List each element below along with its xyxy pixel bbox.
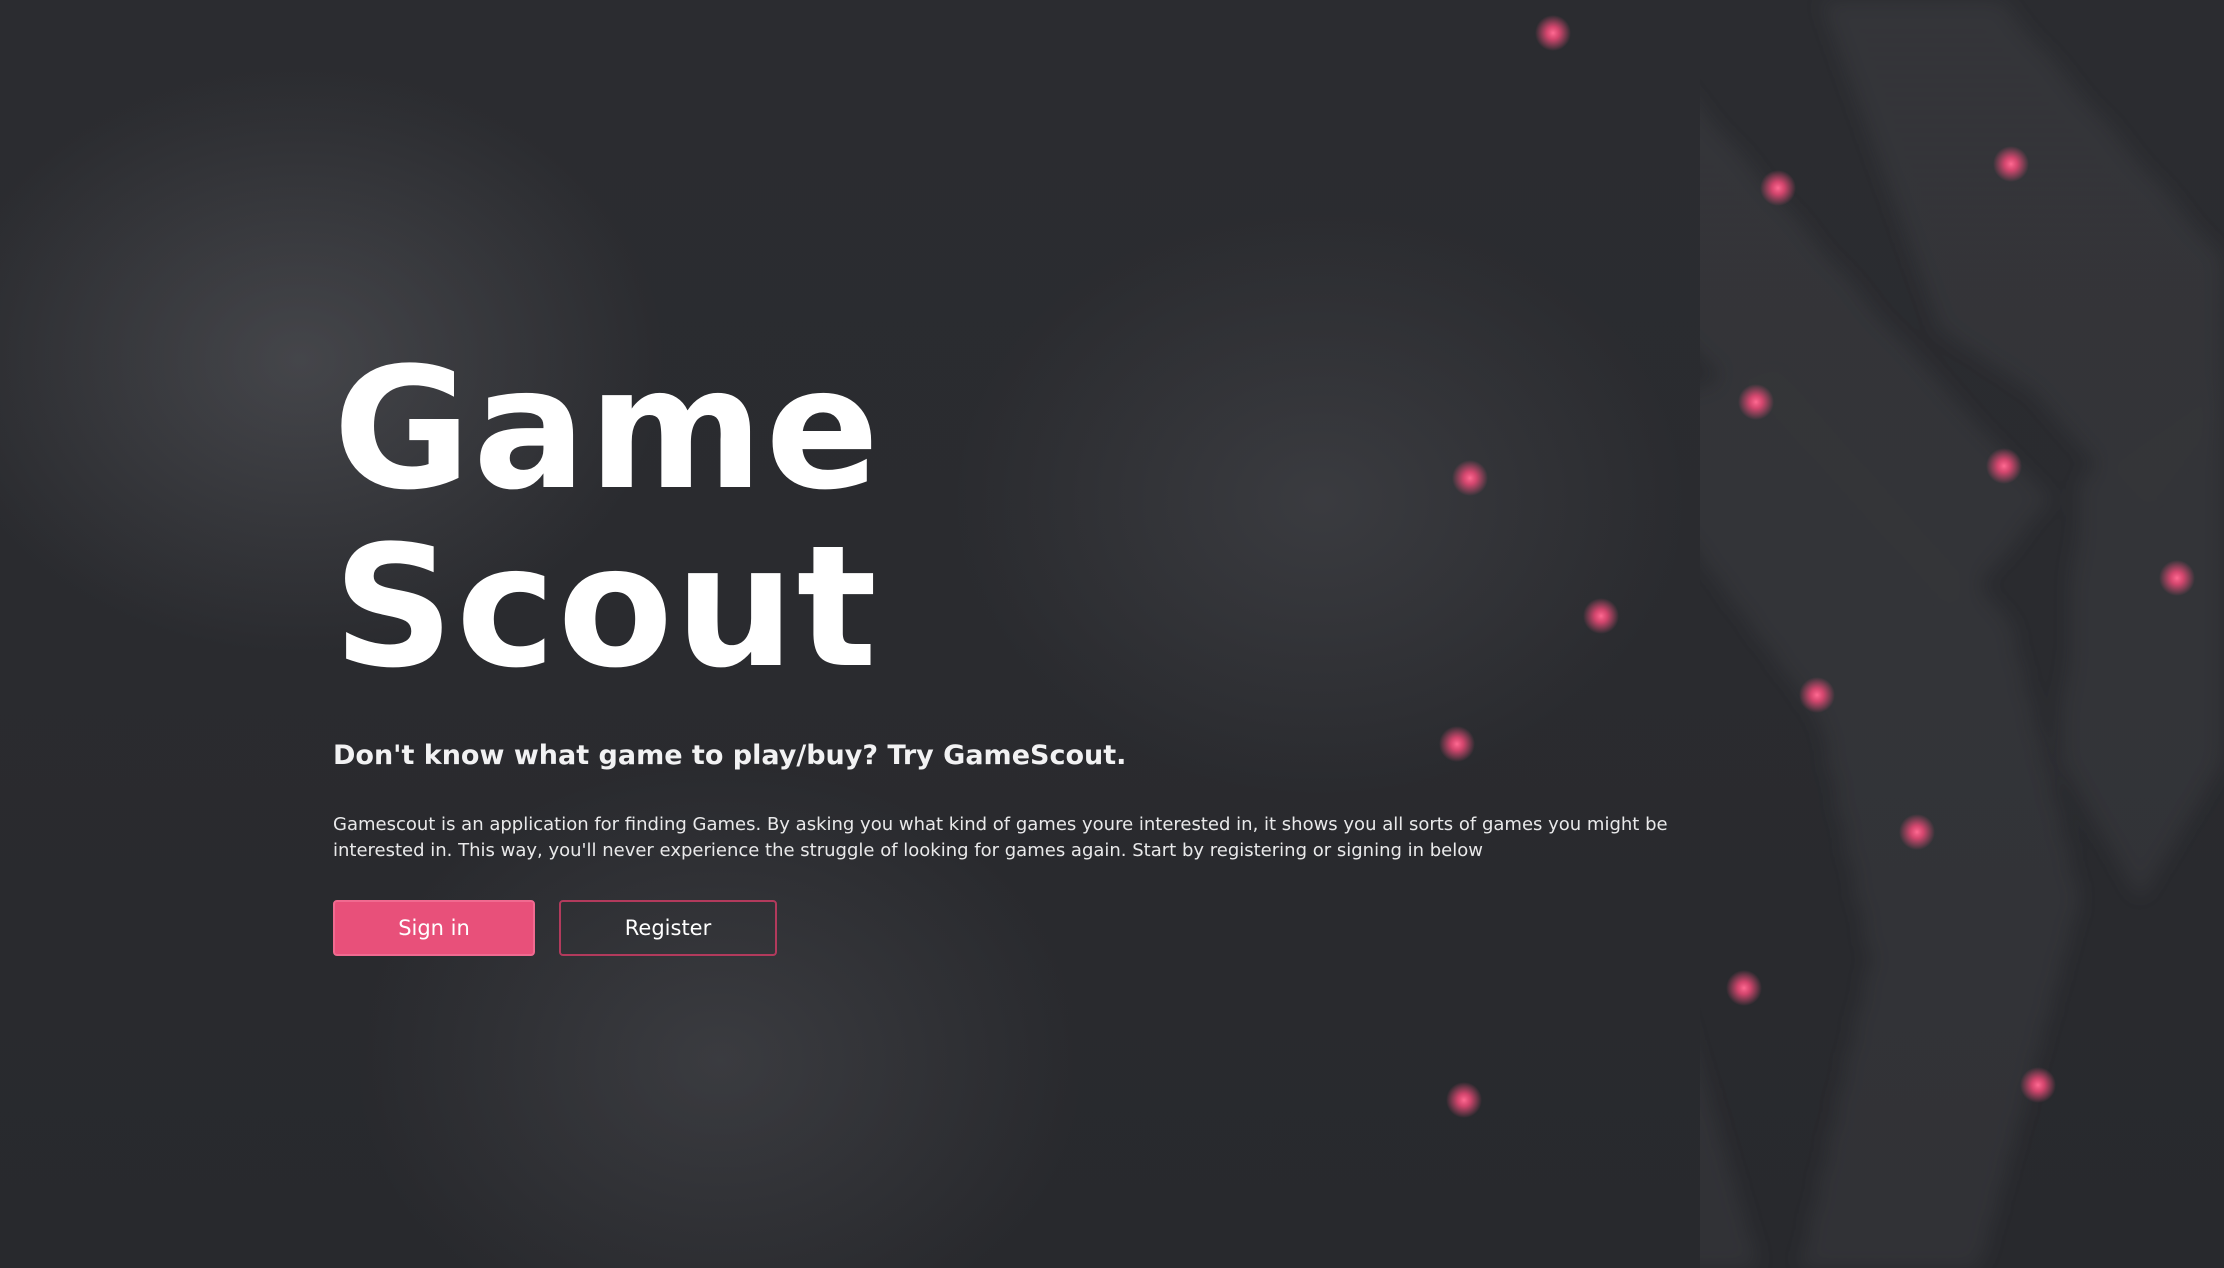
title-line-2: Scout [333, 509, 879, 705]
tagline: Don't know what game to play/buy? Try Ga… [333, 740, 1127, 771]
sign-in-button[interactable]: Sign in [333, 900, 535, 956]
auth-actions: Sign in Register [333, 900, 1693, 956]
hero-section: Game Scout Don't know what game to play/… [333, 340, 1693, 956]
app-title: Game Scout [333, 340, 1693, 696]
app-description: Gamescout is an application for finding … [333, 814, 1668, 861]
title-line-1: Game [333, 331, 882, 527]
register-button[interactable]: Register [559, 900, 777, 956]
landing-page: Game Scout Don't know what game to play/… [0, 0, 2224, 1268]
